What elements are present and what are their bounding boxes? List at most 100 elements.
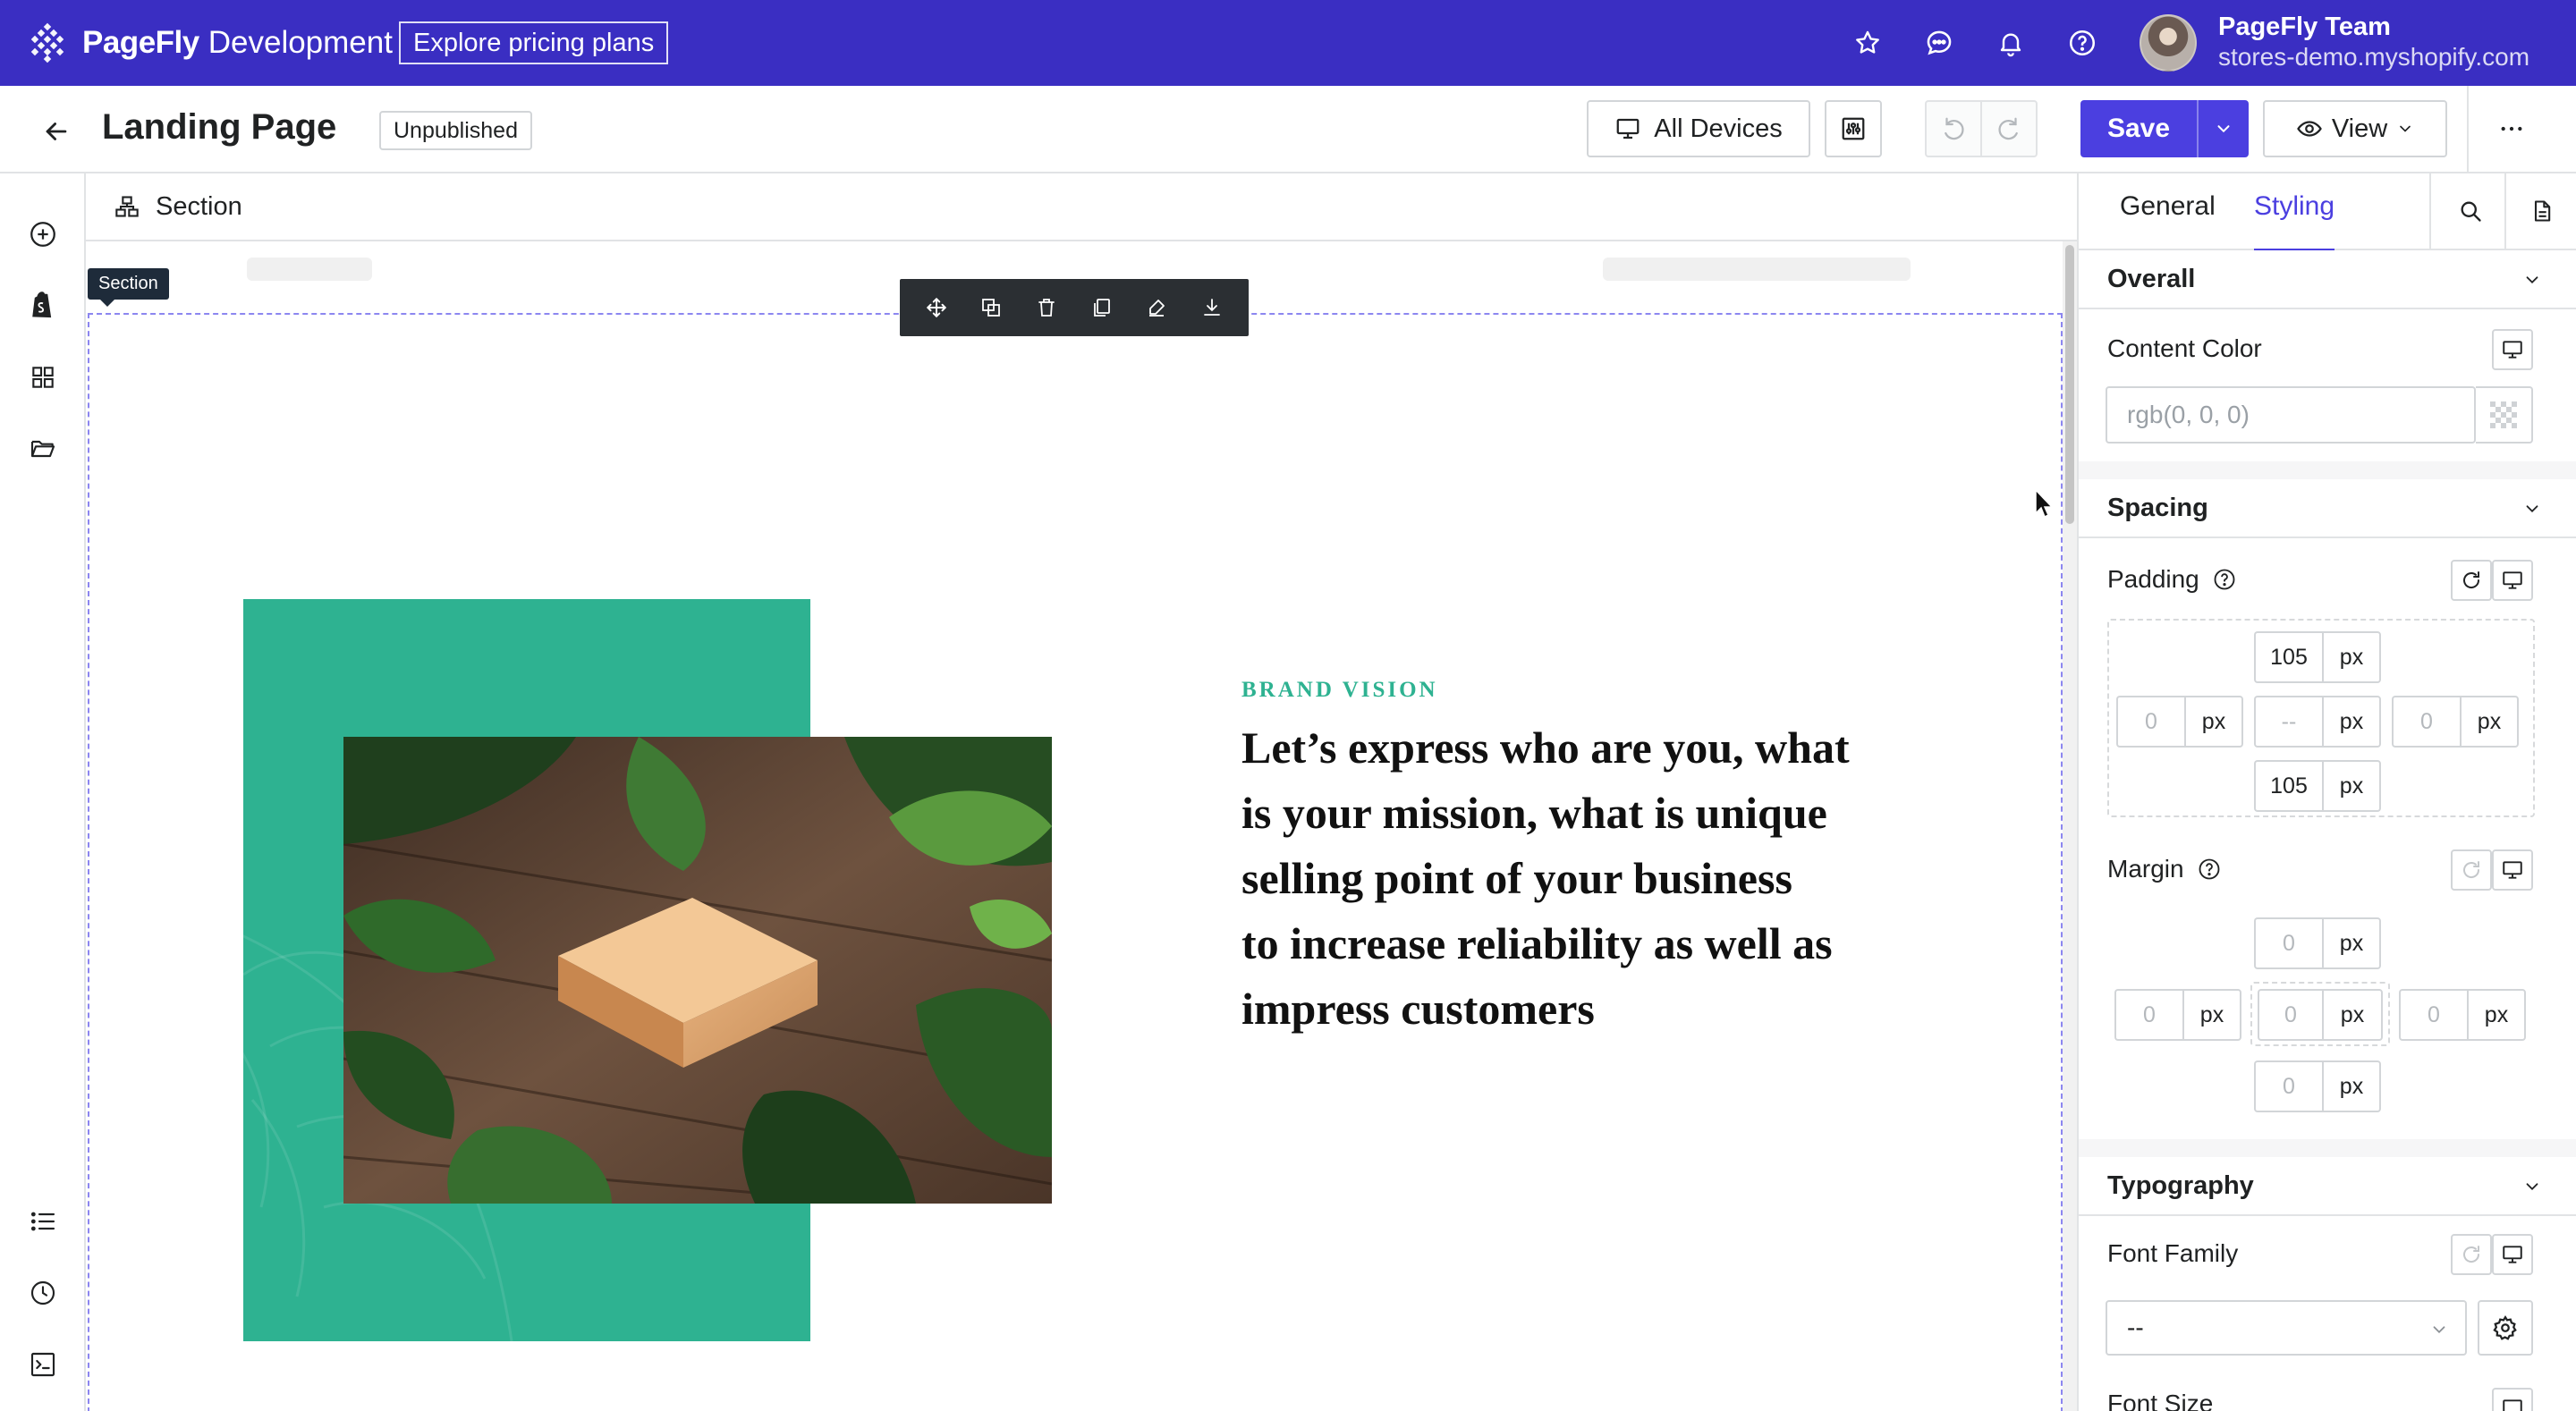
margin-right-value[interactable]: 0: [2399, 989, 2467, 1041]
unit-label[interactable]: px: [2322, 989, 2383, 1041]
page-title[interactable]: Landing Page: [102, 107, 336, 148]
unit-label[interactable]: px: [2322, 696, 2381, 748]
overall-group-header[interactable]: Overall: [2079, 250, 2576, 309]
content-color-input[interactable]: rgb(0, 0, 0): [2106, 386, 2476, 444]
undo-button[interactable]: [1927, 102, 1980, 156]
tab-styling[interactable]: Styling: [2254, 191, 2335, 252]
reset-padding-button[interactable]: [2451, 560, 2492, 601]
brand[interactable]: PageFly Development: [27, 21, 393, 64]
padding-right-field[interactable]: 0 px: [2392, 696, 2519, 748]
unit-label[interactable]: px: [2467, 989, 2526, 1041]
help-icon[interactable]: [2212, 567, 2237, 592]
add-icon[interactable]: [25, 216, 61, 252]
move-icon[interactable]: [919, 290, 954, 325]
breadcrumb[interactable]: Section: [86, 173, 2077, 241]
margin-right-field[interactable]: 0 px: [2399, 989, 2526, 1041]
delete-icon[interactable]: [1029, 290, 1064, 325]
top-bar: PageFly Development Explore pricing plan…: [0, 0, 2576, 86]
copy-icon[interactable]: [1084, 290, 1120, 325]
margin-bottom-value[interactable]: 0: [2254, 1060, 2322, 1112]
padding-right-value[interactable]: 0: [2392, 696, 2460, 748]
responsive-toggle-button[interactable]: [2492, 329, 2533, 370]
canvas-scrollbar-thumb[interactable]: [2065, 245, 2074, 524]
save-button[interactable]: Save: [2080, 100, 2199, 157]
mouse-cursor-icon: [2035, 488, 2054, 519]
style-icon[interactable]: [1139, 290, 1174, 325]
font-family-text: Font Family: [2107, 1239, 2239, 1267]
responsive-toggle-button[interactable]: [2492, 849, 2533, 891]
all-devices-button[interactable]: All Devices: [1587, 100, 1810, 157]
back-button[interactable]: [36, 111, 77, 152]
unit-label[interactable]: px: [2322, 1060, 2381, 1112]
typography-title: Typography: [2107, 1170, 2254, 1200]
terminal-icon[interactable]: [25, 1347, 61, 1382]
font-settings-button[interactable]: [2478, 1300, 2533, 1356]
grid-icon[interactable]: [25, 359, 61, 395]
explore-pricing-button[interactable]: Explore pricing plans: [399, 21, 669, 64]
headline-line: to increase reliability as well as: [1241, 918, 1833, 968]
color-swatch-button[interactable]: [2476, 386, 2533, 444]
unit-label[interactable]: px: [2322, 631, 2381, 683]
responsive-toggle-button[interactable]: [2492, 560, 2533, 601]
folder-icon[interactable]: [25, 431, 61, 467]
padding-top-field[interactable]: 105 px: [2254, 631, 2381, 683]
avatar[interactable]: [2140, 14, 2197, 72]
section-eyebrow[interactable]: BRAND VISION: [1241, 678, 1438, 703]
product-image[interactable]: [343, 737, 1052, 1204]
history-icon[interactable]: [25, 1275, 61, 1311]
page-settings-button[interactable]: [1825, 100, 1882, 157]
tab-general[interactable]: General: [2120, 191, 2216, 231]
margin-top-value[interactable]: 0: [2254, 917, 2322, 969]
help-icon[interactable]: [2064, 25, 2100, 61]
unit-label[interactable]: px: [2322, 760, 2381, 812]
user-store[interactable]: stores-demo.myshopify.com: [2218, 43, 2529, 72]
margin-center-field[interactable]: 0 px: [2258, 989, 2383, 1041]
padding-bottom-field[interactable]: 105 px: [2254, 760, 2381, 812]
duplicate-icon[interactable]: [973, 290, 1009, 325]
unit-label[interactable]: px: [2182, 989, 2241, 1041]
redo-button[interactable]: [1980, 102, 2036, 156]
chat-icon[interactable]: [1921, 25, 1957, 61]
bell-icon[interactable]: [1993, 25, 2029, 61]
padding-left-value[interactable]: 0: [2116, 696, 2184, 748]
padding-bottom-value[interactable]: 105: [2254, 760, 2322, 812]
unit-label[interactable]: px: [2184, 696, 2243, 748]
page-preview[interactable]: Section BRAND VISION Let’s express who a…: [86, 241, 2063, 1411]
reset-font-family-button[interactable]: [2451, 1234, 2492, 1275]
margin-left-value[interactable]: 0: [2114, 989, 2182, 1041]
spacing-group-header[interactable]: Spacing: [2079, 479, 2576, 538]
save-options-button[interactable]: [2199, 100, 2249, 157]
help-icon[interactable]: [2197, 857, 2222, 882]
list-icon[interactable]: [25, 1204, 61, 1239]
responsive-toggle-button[interactable]: [2492, 1388, 2533, 1411]
padding-top-value[interactable]: 105: [2254, 631, 2322, 683]
typography-group-header[interactable]: Typography: [2079, 1157, 2576, 1216]
user-name[interactable]: PageFly Team: [2218, 13, 2391, 42]
font-family-select[interactable]: --: [2106, 1300, 2467, 1356]
desktop-icon: [2503, 1399, 2522, 1411]
responsive-toggle-button[interactable]: [2492, 1234, 2533, 1275]
margin-left-field[interactable]: 0 px: [2114, 989, 2241, 1041]
padding-center-field[interactable]: -- px: [2254, 696, 2381, 748]
search-icon[interactable]: [2453, 193, 2488, 229]
shopify-icon[interactable]: [25, 288, 61, 324]
canvas-scrollbar[interactable]: [2063, 241, 2077, 1411]
brand-name: PageFly: [82, 25, 199, 60]
margin-center-value[interactable]: 0: [2258, 989, 2322, 1041]
document-icon[interactable]: [2524, 193, 2560, 229]
section-headline[interactable]: Let’s express who are you, what is your …: [1241, 715, 1957, 1042]
padding-left-field[interactable]: 0 px: [2116, 696, 2243, 748]
chevron-down-icon: [2217, 125, 2230, 133]
save-icon[interactable]: [1194, 290, 1230, 325]
reset-margin-button[interactable]: [2451, 849, 2492, 891]
margin-label: Margin: [2107, 855, 2222, 883]
unit-label[interactable]: px: [2322, 917, 2381, 969]
more-options-button[interactable]: [2481, 100, 2542, 157]
star-icon[interactable]: [1850, 25, 1885, 61]
padding-center-value[interactable]: --: [2254, 696, 2322, 748]
margin-top-field[interactable]: 0 px: [2254, 917, 2381, 969]
inspector-tabs: General Styling: [2079, 173, 2576, 252]
unit-label[interactable]: px: [2460, 696, 2519, 748]
view-button[interactable]: View: [2263, 100, 2447, 157]
margin-bottom-field[interactable]: 0 px: [2254, 1060, 2381, 1112]
